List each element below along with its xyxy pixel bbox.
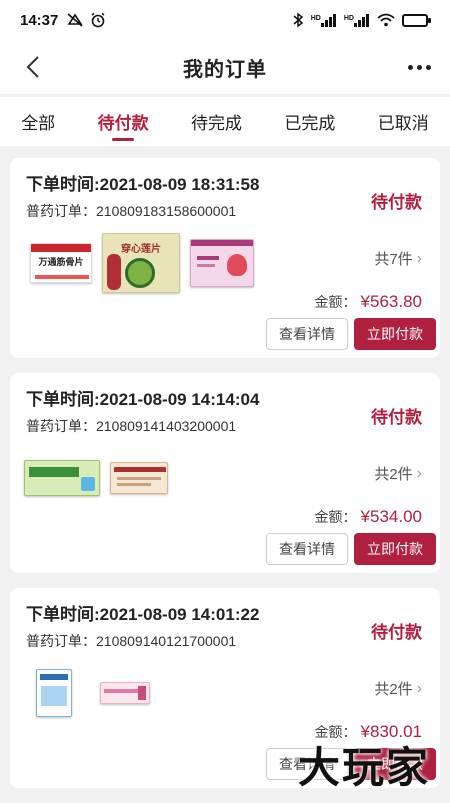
product-image: 万通筋骨片 — [30, 243, 92, 283]
amount-value: ¥563.80 — [360, 292, 422, 311]
dot-icon — [416, 64, 422, 70]
item-count[interactable]: 共7件 › — [374, 248, 422, 269]
tab-cancelled[interactable]: 已取消 — [374, 97, 433, 147]
order-status: 待付款 — [371, 623, 422, 642]
product-thumbnails[interactable] — [36, 658, 150, 728]
battery-icon — [402, 13, 431, 27]
pay-now-button[interactable]: 立即付款 — [354, 533, 436, 565]
item-count[interactable]: 共2件 › — [374, 678, 422, 699]
pay-now-button[interactable]: 立即付款 — [354, 318, 436, 350]
product-image — [110, 462, 168, 494]
product-image — [100, 682, 150, 704]
product-thumbnails[interactable]: 万通筋骨片 穿心莲片 — [30, 228, 254, 298]
status-time: 14:37 — [20, 11, 59, 29]
chevron-right-icon: › — [416, 679, 422, 697]
order-number: 普药订单：210809140121700001 — [26, 633, 237, 649]
more-button[interactable] — [404, 56, 434, 78]
item-count[interactable]: 共2件 › — [374, 463, 422, 484]
product-image — [190, 239, 254, 287]
signal-icon-2 — [354, 13, 369, 27]
chevron-right-icon: › — [416, 249, 422, 267]
mute-icon — [67, 13, 83, 27]
chevron-left-icon — [26, 56, 39, 78]
tab-all[interactable]: 全部 — [17, 97, 59, 147]
order-time: 下单时间:2021-08-09 14:01:22 — [26, 605, 260, 624]
order-number: 普药订单：210809183158600001 — [26, 203, 237, 219]
order-status: 待付款 — [371, 408, 422, 427]
dot-icon — [425, 64, 431, 70]
order-list: 下单时间:2021-08-09 18:31:58 普药订单：2108091831… — [10, 158, 440, 803]
signal-icon — [320, 13, 336, 27]
product-image — [24, 460, 100, 496]
page-title: 我的订单 — [183, 58, 267, 81]
tab-pending-completion[interactable]: 待完成 — [187, 97, 246, 147]
dot-icon — [407, 64, 413, 70]
page-header: 我的订单 — [0, 40, 450, 94]
watermark: 大玩家 — [297, 744, 430, 791]
status-bar: 14:37 HD HD — [0, 0, 450, 40]
back-button[interactable] — [22, 54, 44, 80]
tab-pending-payment[interactable]: 待付款 — [94, 97, 153, 147]
tab-completed[interactable]: 已完成 — [280, 97, 339, 147]
order-tabs: 全部 待付款 待完成 已完成 已取消 — [0, 96, 450, 146]
order-amount: 金额： ¥534.00 — [314, 507, 422, 526]
view-details-button[interactable]: 查看详情 — [266, 318, 348, 350]
bluetooth-icon — [293, 12, 303, 28]
product-image — [36, 669, 72, 717]
order-number: 普药订单：210809141403200001 — [26, 418, 237, 434]
order-card[interactable]: 下单时间:2021-08-09 14:14:04 普药订单：2108091414… — [10, 373, 440, 573]
order-status: 待付款 — [371, 193, 422, 212]
chevron-right-icon: › — [416, 464, 422, 482]
order-time: 下单时间:2021-08-09 14:14:04 — [26, 390, 260, 409]
view-details-button[interactable]: 查看详情 — [266, 533, 348, 565]
product-thumbnails[interactable] — [24, 443, 168, 513]
amount-value: ¥534.00 — [360, 507, 422, 526]
alarm-icon — [91, 12, 105, 28]
order-time: 下单时间:2021-08-09 18:31:58 — [26, 175, 260, 194]
product-image: 穿心莲片 — [102, 233, 180, 293]
order-amount: 金额： ¥563.80 — [314, 292, 422, 311]
order-card[interactable]: 下单时间:2021-08-09 18:31:58 普药订单：2108091831… — [10, 158, 440, 358]
wifi-icon — [377, 13, 395, 27]
